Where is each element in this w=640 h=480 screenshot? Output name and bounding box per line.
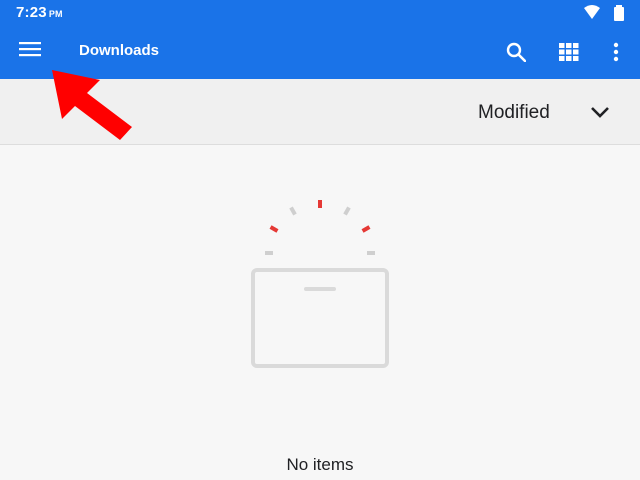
content-area: No items [0,145,640,480]
battery-icon [614,5,624,21]
chevron-down-icon [591,107,609,118]
app-title: Downloads [79,42,160,59]
spinner-tick [367,251,375,255]
loading-spinner-icon [265,200,375,255]
spinner-tick [289,206,297,216]
screen: 7:23 PM Downloads Modified No items [0,0,640,480]
empty-state-text: No items [286,455,354,474]
search-button[interactable] [495,31,537,73]
status-icons-svg [584,5,624,21]
grid-view-button[interactable] [548,31,590,73]
more-vert-icon [613,42,619,62]
status-ampm: PM [48,9,63,19]
grid-view-icon [559,43,579,61]
app-bar: Downloads [0,25,640,79]
menu-button[interactable] [10,31,52,73]
hamburger-menu-icon [19,42,41,57]
spinner-tick [269,225,279,233]
spinner-tick [265,251,273,255]
spinner-tick [361,225,371,233]
status-icons [582,4,628,21]
more-options-button[interactable] [596,31,636,73]
search-icon [506,42,526,62]
spinner-tick [343,206,351,216]
empty-folder-illustration [251,200,389,368]
status-time: 7:23 PM [16,4,63,21]
wifi-icon [584,5,600,19]
sort-label[interactable]: Modified [478,102,550,124]
spinner-tick [318,200,322,208]
sort-dropdown-button[interactable] [580,93,620,133]
status-bar: 7:23 PM [0,0,640,25]
sort-bar: Modified [0,79,640,145]
folder-icon [251,268,389,368]
